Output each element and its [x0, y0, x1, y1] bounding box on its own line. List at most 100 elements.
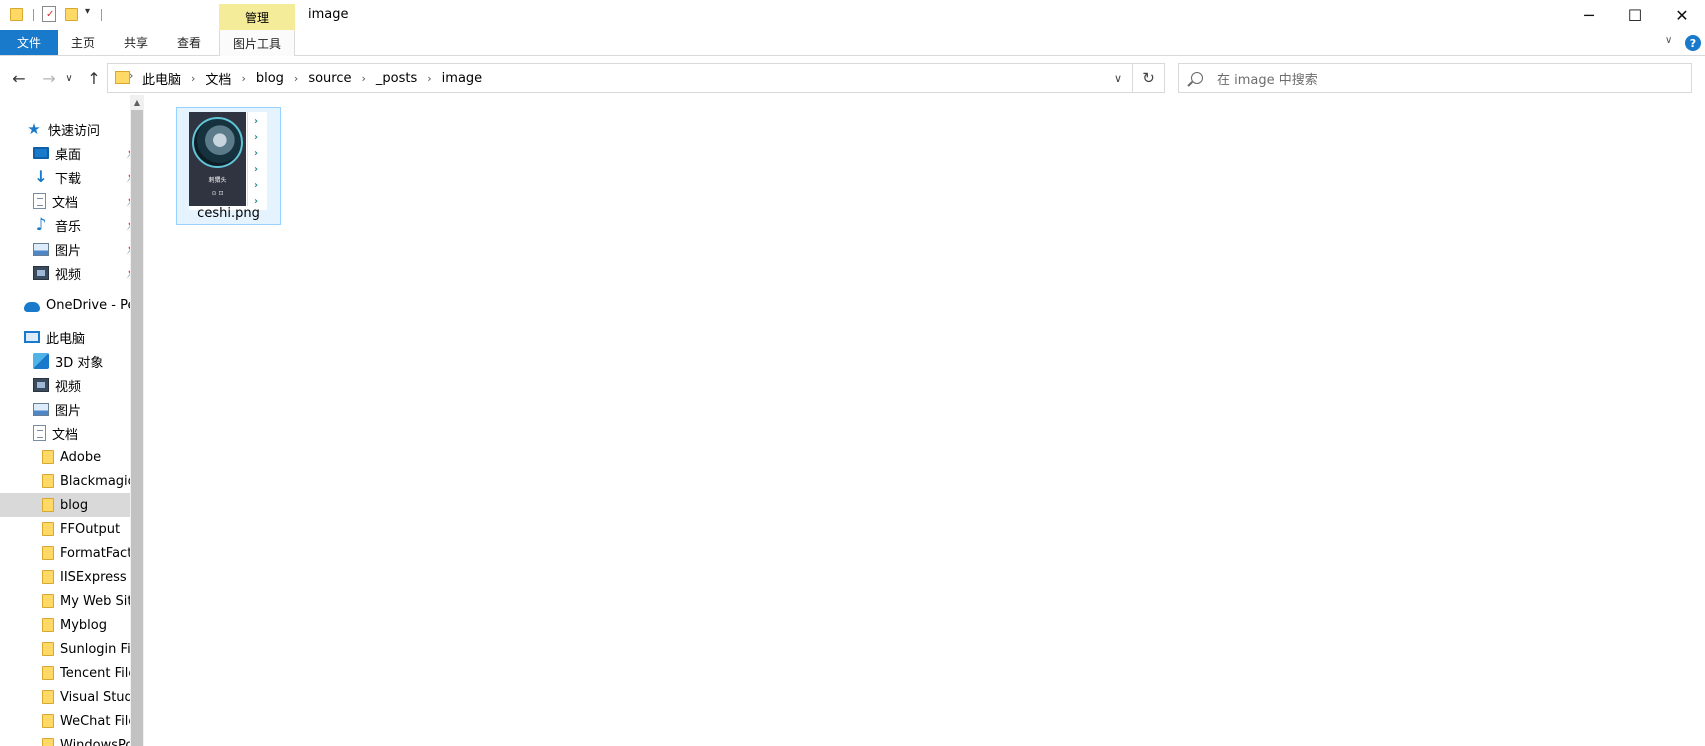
folder-icon: [42, 738, 54, 746]
customize-quick-access-icon[interactable]: ▾: [85, 6, 90, 17]
address-bar[interactable]: › 此电脑 › 文档 › blog › source › _posts › im…: [107, 63, 1165, 93]
close-button[interactable]: ✕: [1659, 0, 1705, 30]
thumbnail-caption: 刺猬头: [208, 177, 227, 184]
nav-label: 视频: [55, 267, 82, 283]
download-icon: ↓: [34, 167, 48, 186]
nav-folder-visual-studio[interactable]: Visual Studio: [0, 685, 140, 709]
nav-folder-windowspow[interactable]: WindowsPow: [0, 733, 140, 746]
nav-documents[interactable]: 文档 📌: [0, 189, 140, 213]
nav-label: FFOutput: [60, 521, 121, 537]
tab-view[interactable]: 查看: [168, 30, 210, 55]
breadcrumb-item[interactable]: _posts: [372, 71, 421, 86]
nav-label: WeChat Files: [60, 713, 140, 729]
chevron-right-icon[interactable]: ›: [129, 69, 133, 82]
help-button[interactable]: ?: [1685, 35, 1701, 51]
nav-label: IISExpress: [60, 569, 127, 585]
breadcrumb-item[interactable]: image: [438, 71, 487, 86]
folder-icon: [42, 714, 54, 728]
nav-label: 快速访问: [48, 123, 101, 139]
nav-label: 视频: [55, 379, 82, 395]
search-input[interactable]: 在 image 中搜索: [1217, 69, 1318, 88]
nav-pictures[interactable]: 图片 📌: [0, 237, 140, 261]
nav-scrollbar-thumb[interactable]: [131, 110, 143, 746]
forward-button[interactable]: →: [38, 67, 60, 89]
scroll-up-icon[interactable]: ▲: [130, 95, 144, 109]
tab-share[interactable]: 共享: [114, 30, 158, 55]
nav-pc-documents[interactable]: 文档: [0, 421, 140, 445]
nav-music[interactable]: ♪ 音乐 📌: [0, 213, 140, 237]
nav-folder-wechat[interactable]: WeChat Files: [0, 709, 140, 733]
chevron-down-icon: ∨: [1113, 71, 1123, 85]
nav-label: FormatFactory: [60, 545, 140, 561]
separator: [33, 9, 34, 21]
folder-icon: [42, 666, 54, 680]
nav-downloads[interactable]: ↓ 下载 📌: [0, 165, 140, 189]
nav-pc-videos[interactable]: 视频: [0, 373, 140, 397]
nav-3d-objects[interactable]: 3D 对象: [0, 349, 140, 373]
search-box[interactable]: 在 image 中搜索: [1178, 63, 1692, 93]
nav-folder-my-web-sites[interactable]: My Web Sites: [0, 589, 140, 613]
chevron-right-icon[interactable]: ›: [421, 72, 437, 85]
thumbnail-icons: ⊙ ⊡: [211, 190, 224, 197]
address-history-button[interactable]: ∨: [1108, 64, 1128, 92]
nav-pc-pictures[interactable]: 图片: [0, 397, 140, 421]
maximize-button[interactable]: ☐: [1612, 0, 1658, 30]
up-button[interactable]: ↑: [83, 67, 105, 89]
documents-icon: [33, 425, 46, 441]
tab-home[interactable]: 主页: [62, 30, 104, 55]
3d-objects-icon: [33, 353, 49, 369]
search-icon: [1191, 72, 1203, 84]
folder-icon: [42, 546, 54, 560]
chevron-right-icon[interactable]: ›: [288, 72, 304, 85]
chevron-right-icon[interactable]: ›: [235, 72, 251, 85]
nav-label: 3D 对象: [55, 355, 104, 371]
navigation-pane: ★ 快速访问 桌面 📌 ↓ 下载 📌 文档 📌 ♪ 音乐 📌 图片 📌 视频 📌…: [0, 103, 140, 746]
nav-videos[interactable]: 视频 📌: [0, 261, 140, 285]
nav-folder-tencent[interactable]: Tencent Files: [0, 661, 140, 685]
nav-label: OneDrive - Perso: [46, 297, 140, 313]
folder-icon: [42, 642, 54, 656]
nav-this-pc[interactable]: 此电脑: [0, 325, 140, 349]
tab-picture-tools[interactable]: 图片工具: [219, 30, 295, 56]
breadcrumb-item[interactable]: source: [304, 71, 355, 86]
nav-label: blog: [60, 497, 89, 513]
chevron-right-icon[interactable]: ›: [185, 72, 201, 85]
nav-desktop[interactable]: 桌面 📌: [0, 141, 140, 165]
nav-folder-blackmagic[interactable]: Blackmagic D: [0, 469, 140, 493]
chevron-right-icon[interactable]: ›: [356, 72, 372, 85]
breadcrumb-item[interactable]: 此电脑: [138, 69, 185, 88]
nav-label: 图片: [55, 403, 82, 419]
breadcrumb-item[interactable]: blog: [252, 71, 288, 86]
nav-onedrive[interactable]: OneDrive - Perso: [0, 293, 140, 317]
file-item[interactable]: 刺猬头 ⊙ ⊡ › › › › › › ceshi.png: [176, 107, 281, 225]
nav-folder-myblog[interactable]: Myblog: [0, 613, 140, 637]
properties-icon[interactable]: ✓: [42, 6, 56, 22]
nav-folder-formatfactory[interactable]: FormatFactory: [0, 541, 140, 565]
nav-folder-ffoutput[interactable]: FFOutput: [0, 517, 140, 541]
nav-folder-adobe[interactable]: Adobe: [0, 445, 140, 469]
documents-icon: [33, 193, 46, 209]
file-list[interactable]: [144, 95, 1705, 746]
refresh-button[interactable]: ↻: [1132, 64, 1164, 92]
expand-ribbon-icon[interactable]: ∨: [1665, 35, 1672, 46]
recent-locations-button[interactable]: ∨: [62, 67, 76, 89]
chevron-right-icon: ›: [254, 180, 259, 191]
tab-file[interactable]: 文件: [0, 30, 58, 55]
back-button[interactable]: ←: [8, 67, 30, 89]
folder-icon: [42, 570, 54, 584]
breadcrumb-item[interactable]: 文档: [201, 69, 235, 88]
minimize-button[interactable]: ─: [1566, 0, 1612, 30]
nav-label: Tencent Files: [60, 665, 140, 681]
manage-tab[interactable]: 管理: [219, 4, 295, 30]
folder-icon: [42, 498, 54, 512]
nav-quick-access[interactable]: ★ 快速访问: [0, 117, 140, 141]
chevron-right-icon: ›: [254, 164, 259, 175]
nav-folder-blog[interactable]: blog: [0, 493, 140, 517]
new-folder-icon[interactable]: [65, 8, 78, 21]
nav-folder-iisexpress[interactable]: IISExpress: [0, 565, 140, 589]
nav-label: 文档: [52, 195, 79, 211]
nav-folder-sunlogin[interactable]: Sunlogin Files: [0, 637, 140, 661]
avatar: [192, 117, 243, 168]
title-bar: ✓ ▾ 管理 image ─ ☐ ✕: [0, 0, 1705, 30]
folder-icon: [42, 618, 54, 632]
